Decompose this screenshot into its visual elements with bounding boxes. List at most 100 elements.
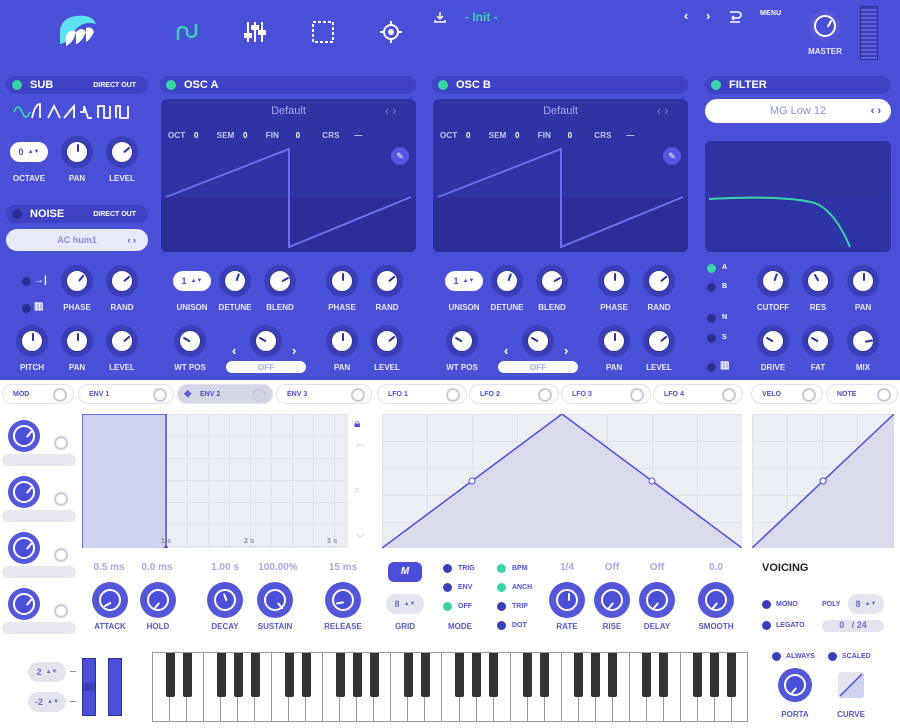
envelope-scroll[interactable]: 🔒︎ ︿ ⌕ ﹀	[350, 414, 372, 548]
decay-value[interactable]: 1.00 s	[200, 562, 250, 573]
black-key[interactable]	[182, 653, 192, 697]
oscb-warp-knob[interactable]	[522, 325, 554, 357]
release-knob[interactable]	[325, 582, 361, 618]
mixer-view-icon[interactable]	[243, 20, 267, 44]
oscb-rand-knob[interactable]	[643, 265, 675, 297]
porta-knob[interactable]	[778, 668, 812, 702]
black-key[interactable]	[420, 653, 430, 697]
black-key[interactable]	[250, 653, 260, 697]
lfo-draw-mode-button[interactable]: M	[388, 562, 422, 582]
oscb-warp-prev[interactable]: ‹	[504, 343, 508, 358]
tab-lfo2[interactable]: LFO 2	[469, 384, 559, 404]
macro-2-knob[interactable]	[8, 476, 40, 508]
black-key[interactable]	[591, 653, 601, 697]
matrix-view-icon[interactable]	[379, 20, 403, 44]
tab-mod[interactable]: MOD	[2, 384, 74, 404]
filter-res-knob[interactable]	[802, 265, 834, 297]
noise-pitch-knob[interactable]	[16, 325, 48, 357]
lfo-delay-knob[interactable]	[639, 582, 675, 618]
oscb-wavetable-display[interactable]: Default ‹ › OCT 0 SEM 0 FIN 0 CRS — ✎	[433, 99, 688, 252]
filter-mix-knob[interactable]	[847, 325, 879, 357]
osca-warp-prev[interactable]: ‹	[232, 343, 236, 358]
lfo-anch-radio[interactable]	[497, 583, 506, 592]
piano-keyboard[interactable]	[152, 652, 748, 722]
black-key[interactable]	[693, 653, 703, 697]
sustain-knob[interactable]	[257, 582, 293, 618]
macro-2-ring[interactable]	[54, 492, 68, 506]
noise-level-knob[interactable]	[106, 325, 138, 357]
lfo-bpm-radio[interactable]	[497, 564, 506, 573]
sub-level-knob[interactable]	[106, 136, 138, 168]
osca-unison-stepper[interactable]: 1 ▲▼	[173, 271, 211, 291]
noise-keytrack-toggle[interactable]	[22, 304, 31, 313]
tab-velo[interactable]: VELO	[751, 384, 823, 404]
oscb-wtpos-knob[interactable]	[446, 325, 478, 357]
mod-wheel[interactable]	[108, 658, 122, 716]
attack-knob[interactable]	[92, 582, 128, 618]
velocity-graph[interactable]	[752, 414, 894, 548]
prev-preset-button[interactable]: ‹	[684, 8, 688, 23]
hold-knob[interactable]	[140, 582, 176, 618]
tab-env3[interactable]: ENV 3	[276, 384, 372, 404]
black-key[interactable]	[489, 653, 499, 697]
noise-rand-knob[interactable]	[106, 265, 138, 297]
lfo-off-radio[interactable]	[443, 602, 452, 611]
osca-warp-knob[interactable]	[250, 325, 282, 357]
filter-type-selector[interactable]: MG Low 12 ‹ ›	[705, 99, 891, 123]
black-key[interactable]	[523, 653, 533, 697]
black-key[interactable]	[216, 653, 226, 697]
filter-fat-knob[interactable]	[802, 325, 834, 357]
black-key[interactable]	[727, 653, 737, 697]
lfo-smooth-knob[interactable]	[698, 582, 734, 618]
shuffle-icon[interactable]	[728, 8, 744, 24]
osca-header[interactable]: OSC A	[160, 76, 416, 94]
osca-led[interactable]	[166, 80, 176, 90]
release-value[interactable]: 15 ms	[318, 562, 368, 573]
noise-preset-selector[interactable]: AC hum1 ‹ ›	[6, 229, 148, 251]
black-key[interactable]	[403, 653, 413, 697]
black-key[interactable]	[710, 653, 720, 697]
sub-pan-knob[interactable]	[61, 136, 93, 168]
pitch-wheel[interactable]	[82, 658, 96, 716]
lfo-grid-stepper[interactable]: 8 ▲▼	[386, 594, 424, 614]
oscb-detune-knob[interactable]	[491, 265, 523, 297]
black-key[interactable]	[574, 653, 584, 697]
sub-direct-out[interactable]: DIRECT OUT	[93, 82, 136, 89]
lfo-env-radio[interactable]	[443, 583, 452, 592]
save-preset-icon[interactable]	[434, 10, 446, 23]
tab-env2[interactable]: ✥ ENV 2	[177, 384, 273, 404]
sub-header[interactable]: SUB DIRECT OUT	[6, 76, 148, 94]
black-key[interactable]	[335, 653, 345, 697]
decay-knob[interactable]	[207, 582, 243, 618]
fx-view-icon[interactable]	[311, 20, 335, 44]
drag-icon[interactable]: ✥	[184, 389, 192, 400]
filter-drive-knob[interactable]	[757, 325, 789, 357]
macro-1-ring[interactable]	[54, 436, 68, 450]
osca-wtpos-knob[interactable]	[174, 325, 206, 357]
noise-direct-out[interactable]: DIRECT OUT	[93, 211, 136, 218]
black-key[interactable]	[540, 653, 550, 697]
osca-level-knob[interactable]	[371, 325, 403, 357]
zoom-icon[interactable]: ⌕	[354, 484, 360, 497]
preset-name[interactable]: - Init -	[465, 10, 498, 24]
macro-4-ring[interactable]	[54, 604, 68, 618]
legato-radio[interactable]	[762, 621, 771, 630]
osca-pan-knob[interactable]	[326, 325, 358, 357]
scaled-radio[interactable]	[828, 652, 837, 661]
macro-4-knob[interactable]	[8, 588, 40, 620]
filter-cutoff-knob[interactable]	[757, 265, 789, 297]
noise-header[interactable]: NOISE DIRECT OUT	[6, 205, 148, 223]
macro-2-name[interactable]	[2, 510, 76, 522]
oscb-phase-knob[interactable]	[598, 265, 630, 297]
noise-pan-knob[interactable]	[61, 325, 93, 357]
oscb-header[interactable]: OSC B	[432, 76, 688, 94]
macro-1-knob[interactable]	[8, 420, 40, 452]
lfo-smooth-value[interactable]: 0.0	[694, 562, 738, 573]
black-key[interactable]	[472, 653, 482, 697]
lfo-trig-radio[interactable]	[443, 564, 452, 573]
noise-oneshot-toggle[interactable]	[22, 277, 31, 286]
lfo-dot-radio[interactable]	[497, 621, 506, 630]
hold-value[interactable]: 0.0 ms	[132, 562, 182, 573]
lfo-trip-radio[interactable]	[497, 602, 506, 611]
osca-blend-knob[interactable]	[264, 265, 296, 297]
